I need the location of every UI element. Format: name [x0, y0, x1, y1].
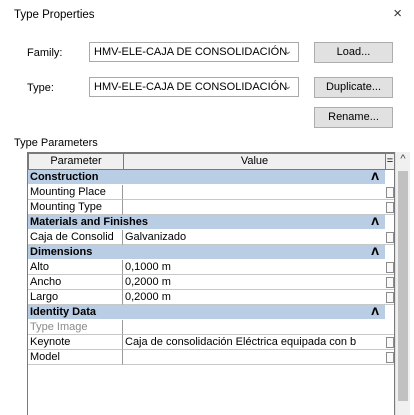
param-name: Mounting Type	[28, 200, 123, 215]
formula-button-icon[interactable]	[386, 202, 394, 213]
table-row[interactable]: Largo 0,2000 m	[28, 290, 394, 305]
param-name: Keynote	[28, 335, 123, 350]
formula-cell[interactable]	[385, 185, 394, 200]
chevron-down-icon: ⌄	[283, 81, 292, 92]
collapse-icon[interactable]: ᐱ	[371, 305, 379, 320]
group-header-materials[interactable]: Materials and Finishes ᐱ	[28, 215, 385, 230]
dialog-title: Type Properties	[14, 9, 95, 21]
type-label: Type:	[27, 82, 54, 94]
table-row[interactable]: Mounting Place	[28, 185, 394, 200]
scrollbar-thumb[interactable]	[398, 171, 408, 401]
table-row[interactable]: Caja de Consolid Galvanizado	[28, 230, 394, 245]
formula-cell[interactable]	[385, 350, 394, 365]
table-row[interactable]: Model	[28, 350, 394, 365]
table-row[interactable]: Type Image	[28, 320, 394, 335]
collapse-icon[interactable]: ᐱ	[371, 245, 379, 260]
group-header-construction[interactable]: Construction ᐱ	[28, 170, 385, 185]
param-name: Largo	[28, 290, 123, 305]
family-select[interactable]: HMV-ELE-CAJA DE CONSOLIDACIÓN ⌄	[89, 42, 299, 62]
formula-cell[interactable]	[385, 290, 394, 305]
group-header-dimensions[interactable]: Dimensions ᐱ	[28, 245, 385, 260]
formula-button-icon[interactable]	[386, 337, 394, 348]
duplicate-button[interactable]: Duplicate...	[314, 77, 393, 98]
formula-cell[interactable]	[385, 200, 394, 215]
table-row[interactable]: Ancho 0,2000 m	[28, 275, 394, 290]
formula-button-icon[interactable]	[386, 232, 394, 243]
formula-cell	[385, 320, 394, 335]
family-value: HMV-ELE-CAJA DE CONSOLIDACIÓN	[94, 46, 288, 58]
family-label: Family:	[27, 47, 63, 59]
formula-button-icon[interactable]	[386, 352, 394, 363]
chevron-down-icon: ⌄	[283, 46, 292, 57]
param-value[interactable]: Caja de consolidación Eléctrica equipada…	[123, 335, 385, 350]
param-value[interactable]	[123, 185, 385, 200]
param-name: Model	[28, 350, 123, 365]
param-value	[123, 320, 385, 335]
table-row[interactable]: Mounting Type	[28, 200, 394, 215]
param-name: Ancho	[28, 275, 123, 290]
formula-cell[interactable]	[385, 230, 394, 245]
param-value[interactable]	[123, 200, 385, 215]
formula-button-icon[interactable]	[386, 262, 394, 273]
scroll-up-icon[interactable]: ^	[396, 153, 410, 165]
column-header-value[interactable]: Value	[123, 153, 386, 170]
param-value[interactable]: 0,2000 m	[123, 275, 385, 290]
column-header-formula[interactable]: =	[385, 153, 394, 170]
param-value[interactable]	[123, 350, 385, 365]
table-row[interactable]: Keynote Caja de consolidación Eléctrica …	[28, 335, 394, 350]
formula-cell[interactable]	[385, 335, 394, 350]
collapse-icon[interactable]: ᐱ	[371, 215, 379, 230]
param-value[interactable]: 0,1000 m	[123, 260, 385, 275]
formula-cell[interactable]	[385, 275, 394, 290]
formula-button-icon[interactable]	[386, 187, 394, 198]
type-parameters-label: Type Parameters	[14, 137, 98, 149]
type-select[interactable]: HMV-ELE-CAJA DE CONSOLIDACIÓN ⌄	[89, 77, 299, 97]
close-icon[interactable]: ×	[393, 5, 402, 22]
group-header-identity-data[interactable]: Identity Data ᐱ	[28, 305, 385, 320]
param-value[interactable]: Galvanizado	[123, 230, 385, 245]
formula-button-icon[interactable]	[386, 277, 394, 288]
formula-button-icon[interactable]	[386, 292, 394, 303]
param-value[interactable]: 0,2000 m	[123, 290, 385, 305]
param-name: Caja de Consolid	[28, 230, 123, 245]
collapse-icon[interactable]: ᐱ	[371, 170, 379, 185]
param-name: Mounting Place	[28, 185, 123, 200]
param-name: Alto	[28, 260, 123, 275]
type-value: HMV-ELE-CAJA DE CONSOLIDACIÓN	[94, 81, 288, 93]
vertical-scrollbar[interactable]: ^	[395, 152, 410, 415]
grid-header: Parameter Value =	[28, 153, 394, 170]
table-row[interactable]: Alto 0,1000 m	[28, 260, 394, 275]
formula-cell[interactable]	[385, 260, 394, 275]
column-header-parameter[interactable]: Parameter	[28, 153, 124, 170]
load-button[interactable]: Load...	[314, 42, 393, 63]
param-name: Type Image	[28, 320, 123, 335]
parameters-grid: Parameter Value = Construction ᐱ Mountin…	[27, 152, 395, 415]
rename-button[interactable]: Rename...	[314, 107, 393, 128]
